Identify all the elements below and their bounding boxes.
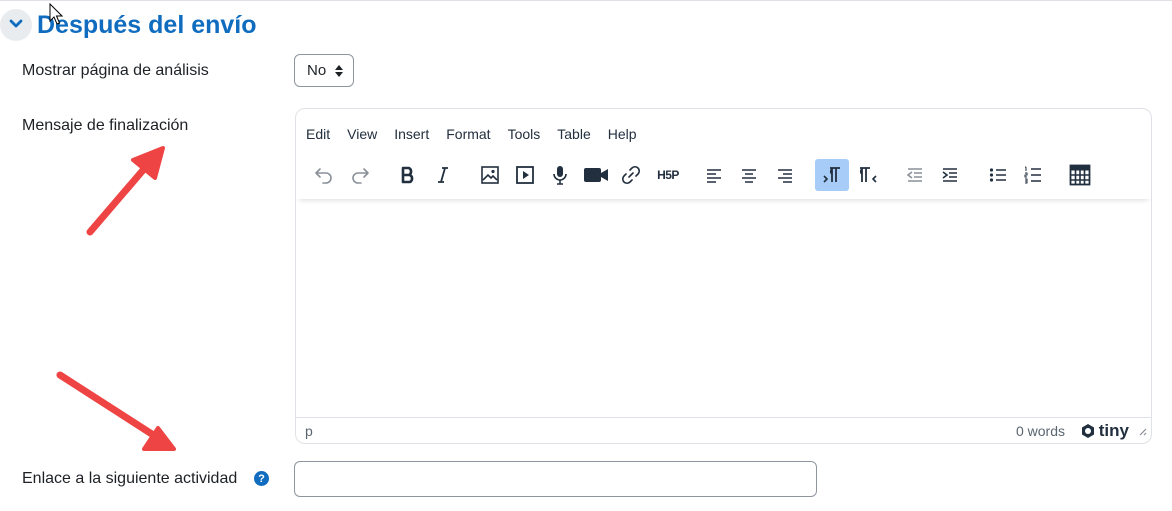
select-value: No [307, 62, 327, 79]
link-button[interactable] [614, 159, 648, 191]
menu-tools[interactable]: Tools [508, 124, 541, 144]
outdent-button[interactable] [898, 159, 932, 191]
menu-help[interactable]: Help [608, 124, 637, 144]
menu-format[interactable]: Format [446, 124, 490, 144]
h5p-icon: H5P [657, 168, 679, 182]
indent-button[interactable] [933, 159, 967, 191]
show-analysis-label: Mostrar página de análisis [22, 62, 209, 79]
redo-icon [350, 165, 370, 185]
align-right-icon [776, 167, 794, 183]
bold-button[interactable] [391, 159, 425, 191]
numbered-list-icon [1024, 166, 1042, 184]
align-left-button[interactable] [697, 159, 731, 191]
top-divider [0, 0, 1172, 1]
arrow-to-next-activity [56, 371, 176, 451]
undo-icon [314, 165, 334, 185]
bold-icon [400, 166, 416, 184]
italic-button[interactable] [426, 159, 460, 191]
calculator-button[interactable] [1063, 159, 1097, 191]
calculator-icon [1069, 164, 1091, 186]
italic-icon [436, 166, 450, 184]
select-caret-icon [335, 64, 343, 82]
next-activity-label: Enlace a la siguiente actividad [22, 470, 238, 487]
show-analysis-select[interactable]: No [294, 54, 354, 87]
outdent-icon [906, 167, 924, 183]
chevron-down-icon [9, 16, 23, 34]
editor-content-area[interactable] [296, 199, 1151, 419]
editor-statusbar: p 0 words tiny [296, 417, 1151, 443]
arrow-to-completion-message [86, 146, 165, 236]
editor-toolbar: H5P [296, 153, 1151, 199]
redo-button[interactable] [343, 159, 377, 191]
word-count[interactable]: 0 words [1016, 423, 1065, 439]
element-path[interactable]: p [305, 423, 313, 439]
rtl-button[interactable] [851, 159, 885, 191]
menu-view[interactable]: View [347, 124, 377, 144]
section-title: Después del envío [37, 11, 257, 39]
resize-handle-icon[interactable] [1137, 423, 1147, 439]
align-left-icon [705, 167, 723, 183]
section-collapse-button[interactable] [0, 9, 32, 41]
media-icon [515, 165, 535, 185]
image-button[interactable] [473, 159, 507, 191]
align-center-icon [740, 167, 758, 183]
menu-insert[interactable]: Insert [394, 124, 429, 144]
rtl-icon [858, 166, 878, 184]
mouse-cursor-icon [49, 2, 64, 30]
tiny-logo-icon [1080, 423, 1096, 439]
ltr-button[interactable] [815, 159, 849, 191]
bullet-list-icon [989, 167, 1007, 183]
microphone-icon [552, 165, 568, 185]
menu-table[interactable]: Table [557, 124, 590, 144]
menu-edit[interactable]: Edit [306, 124, 330, 144]
undo-button[interactable] [307, 159, 341, 191]
next-activity-input[interactable] [294, 461, 817, 497]
indent-icon [941, 167, 959, 183]
video-camera-icon [583, 166, 609, 184]
bullet-list-button[interactable] [981, 159, 1015, 191]
tiny-brand-text: tiny [1098, 421, 1129, 440]
record-audio-button[interactable] [543, 159, 577, 191]
image-icon [480, 165, 500, 185]
h5p-button[interactable]: H5P [650, 159, 686, 191]
editor-menubar: Edit View Insert Format Tools Table Help [306, 124, 654, 144]
link-icon [621, 165, 641, 185]
help-icon[interactable]: ? [254, 471, 269, 486]
align-center-button[interactable] [732, 159, 766, 191]
rich-text-editor: Edit View Insert Format Tools Table Help [295, 108, 1152, 444]
media-button[interactable] [508, 159, 542, 191]
completion-message-label: Mensaje de finalización [22, 117, 189, 134]
numbered-list-button[interactable] [1016, 159, 1050, 191]
record-video-button[interactable] [579, 159, 613, 191]
tiny-brand-link[interactable]: tiny [1080, 421, 1129, 441]
ltr-icon [822, 166, 842, 184]
align-right-button[interactable] [768, 159, 802, 191]
